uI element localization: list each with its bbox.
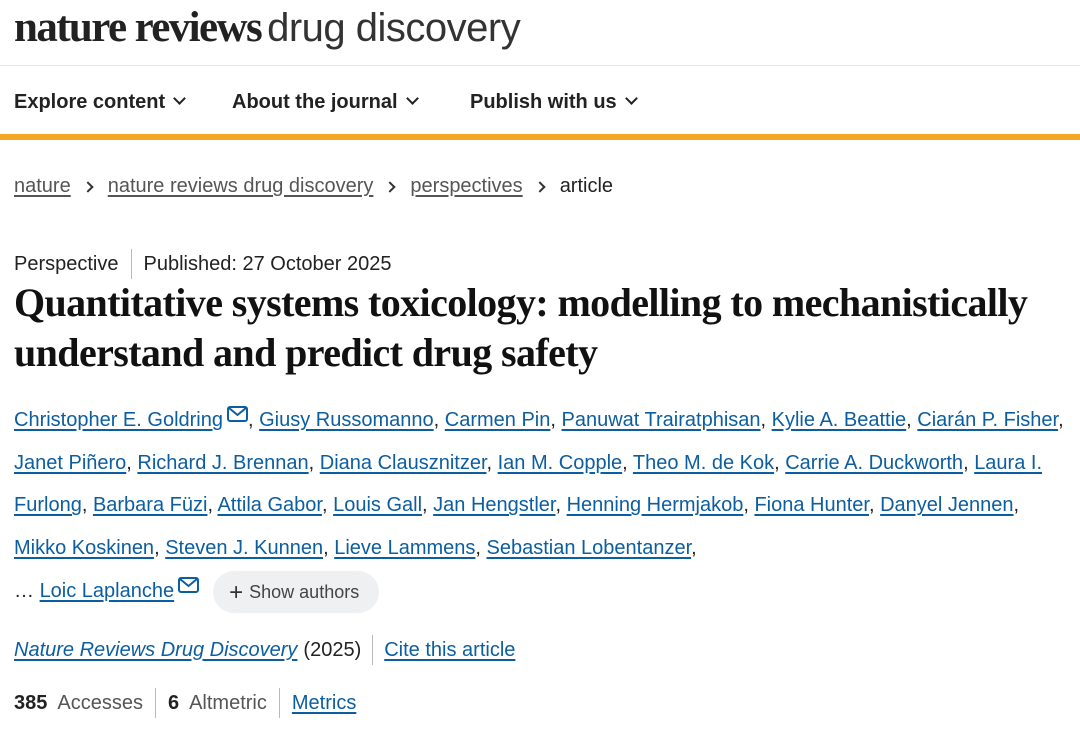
author-link[interactable]: Janet Piñero <box>14 452 126 474</box>
author-link[interactable]: Ciarán P. Fisher <box>917 409 1058 431</box>
accesses-count: 385 <box>14 691 48 714</box>
author-link[interactable]: Lieve Lammens <box>334 537 475 559</box>
author-link[interactable]: Steven J. Kunnen <box>165 537 323 559</box>
chevron-down-icon <box>405 92 419 105</box>
author-ellipsis: … <box>14 579 34 602</box>
author-link[interactable]: Theo M. de Kok <box>633 452 774 474</box>
show-authors-label: Show authors <box>249 581 360 602</box>
altmetric-count: 6 <box>167 691 180 714</box>
breadcrumb-nature-reviews-drug-discovery[interactable]: nature reviews drug discovery <box>108 175 374 198</box>
divider <box>130 249 132 279</box>
author-link[interactable]: Mikko Koskinen <box>14 537 154 559</box>
published-date: Published: 27 October 2025 <box>143 252 392 275</box>
author-link-last[interactable]: Loic Laplanche <box>40 580 175 602</box>
nav-publish-with-us[interactable]: Publish with us <box>470 91 638 114</box>
author-list: Christopher E. Goldring, Giusy Russomann… <box>14 399 1064 613</box>
journal-citation: Nature Reviews Drug Discovery (2025) Cit… <box>14 635 515 665</box>
author-link[interactable]: Jan Hengstler <box>433 494 555 516</box>
chevron-right-icon <box>82 180 94 193</box>
article-type: Perspective <box>14 252 119 275</box>
author-link[interactable]: Giusy Russomanno <box>259 409 434 431</box>
publication-year: (2025) <box>303 638 362 661</box>
breadcrumb-nature[interactable]: nature <box>14 175 71 198</box>
main-nav: Explore content About the journal Publis… <box>0 67 1080 140</box>
mail-icon[interactable] <box>178 576 200 593</box>
site-header: nature reviews drug discovery <box>0 0 1080 66</box>
altmetric-label: Altmetric <box>189 691 267 714</box>
journal-logo[interactable]: nature reviews drug discovery <box>14 4 521 61</box>
author-link[interactable]: Richard J. Brennan <box>137 452 308 474</box>
author-link[interactable]: Henning Hermjakob <box>567 494 744 516</box>
nav-about-journal[interactable]: About the journal <box>232 91 419 114</box>
mail-icon[interactable] <box>226 406 248 422</box>
author-link[interactable]: Christopher E. Goldring <box>14 409 223 431</box>
metrics-link[interactable]: Metrics <box>292 692 356 715</box>
author-link[interactable]: Attila Gabor <box>217 494 322 516</box>
author-link[interactable]: Barbara Füzi <box>93 494 208 516</box>
breadcrumb-current: article <box>559 175 614 197</box>
chevron-down-icon <box>624 92 638 105</box>
author-link[interactable]: Panuwat Trairatphisan <box>562 409 761 431</box>
breadcrumb-perspectives[interactable]: perspectives <box>410 175 522 198</box>
author-link[interactable]: Carmen Pin <box>445 409 551 431</box>
divider <box>278 688 280 718</box>
author-link[interactable]: Kylie A. Beattie <box>772 409 907 431</box>
nav-publish-with-us-label: Publish with us <box>470 91 617 113</box>
accesses-label: Accesses <box>57 691 143 714</box>
cite-article-link[interactable]: Cite this article <box>384 639 515 662</box>
author-link[interactable]: Louis Gall <box>333 494 422 516</box>
author-link[interactable]: Diana Clausznitzer <box>320 452 487 474</box>
author-link[interactable]: Danyel Jennen <box>880 494 1013 516</box>
show-authors-button[interactable]: + Show authors <box>213 570 380 613</box>
article-metrics: 385 Accesses 6 Altmetric Metrics <box>14 688 356 718</box>
journal-name-link[interactable]: Nature Reviews Drug Discovery <box>14 639 297 662</box>
nav-explore-content-label: Explore content <box>14 91 166 113</box>
author-link[interactable]: Fiona Hunter <box>754 494 869 516</box>
breadcrumb: nature nature reviews drug discovery per… <box>14 175 613 198</box>
chevron-right-icon <box>384 180 397 193</box>
logo-nature-reviews: nature reviews <box>14 4 263 51</box>
logo-drug-discovery: drug discovery <box>267 6 521 50</box>
article-title: Quantitative systems toxicology: modelli… <box>14 280 1028 375</box>
nav-about-journal-label: About the journal <box>232 91 398 113</box>
divider <box>372 635 374 665</box>
divider <box>154 688 156 718</box>
chevron-down-icon <box>173 92 187 105</box>
author-link[interactable]: Carrie A. Duckworth <box>785 452 963 474</box>
article-meta: Perspective Published: 27 October 2025 <box>14 249 391 279</box>
nav-explore-content[interactable]: Explore content <box>14 91 187 114</box>
author-link[interactable]: Sebastian Lobentanzer <box>487 537 692 559</box>
plus-icon: + <box>229 578 244 606</box>
chevron-right-icon <box>534 180 546 193</box>
author-link[interactable]: Ian M. Copple <box>498 452 623 474</box>
